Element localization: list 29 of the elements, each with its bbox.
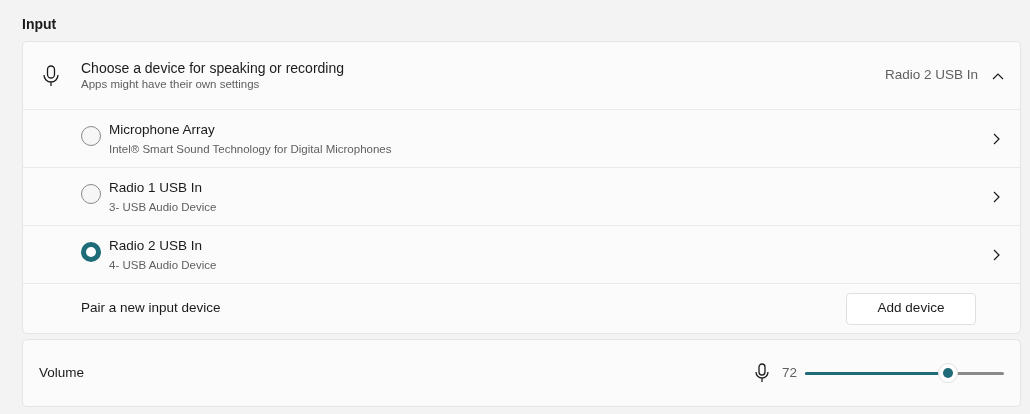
device-row[interactable]: Radio 2 USB In 4- USB Audio Device [23,225,1020,283]
slider-thumb[interactable] [938,363,959,383]
picker-title: Choose a device for speaking or recording [81,59,346,77]
device-name: Radio 1 USB In [109,178,204,196]
current-device: Radio 2 USB In [884,66,978,85]
device-detail: 4- USB Audio Device [109,257,218,273]
volume-slider[interactable] [805,363,1004,383]
pair-label: Pair a new input device [81,299,222,318]
section-title: Input [22,16,58,33]
device-detail: 3- USB Audio Device [109,199,218,215]
radio-button[interactable] [81,125,101,146]
device-row[interactable]: Microphone Array Intel® Smart Sound Technology for Digital Microphones [23,109,1020,167]
microphone-icon [753,363,770,383]
chevron-right-icon [993,190,1000,203]
volume-label: Volume [39,363,86,382]
radio-button[interactable] [81,183,101,204]
device-name: Microphone Array [109,120,216,138]
device-detail: Intel® Smart Sound Technology for Digital Microphones [109,141,393,157]
radio-button[interactable] [81,241,101,262]
volume-reading: 72 [781,363,797,382]
add-device-button[interactable]: Add device [846,292,976,325]
picker-subtitle: Apps might have their own settings [81,77,261,92]
chevron-right-icon [993,248,1000,261]
microphone-icon [41,64,61,87]
device-row[interactable]: Radio 1 USB In 3- USB Audio Device [23,167,1020,225]
chevron-up-icon[interactable] [992,71,1004,80]
device-picker-header[interactable]: Choose a device for speaking or recording Apps might have their own settings Radio 2 USB In [23,42,1020,109]
chevron-right-icon [993,132,1000,145]
device-name: Radio 2 USB In [109,236,204,254]
